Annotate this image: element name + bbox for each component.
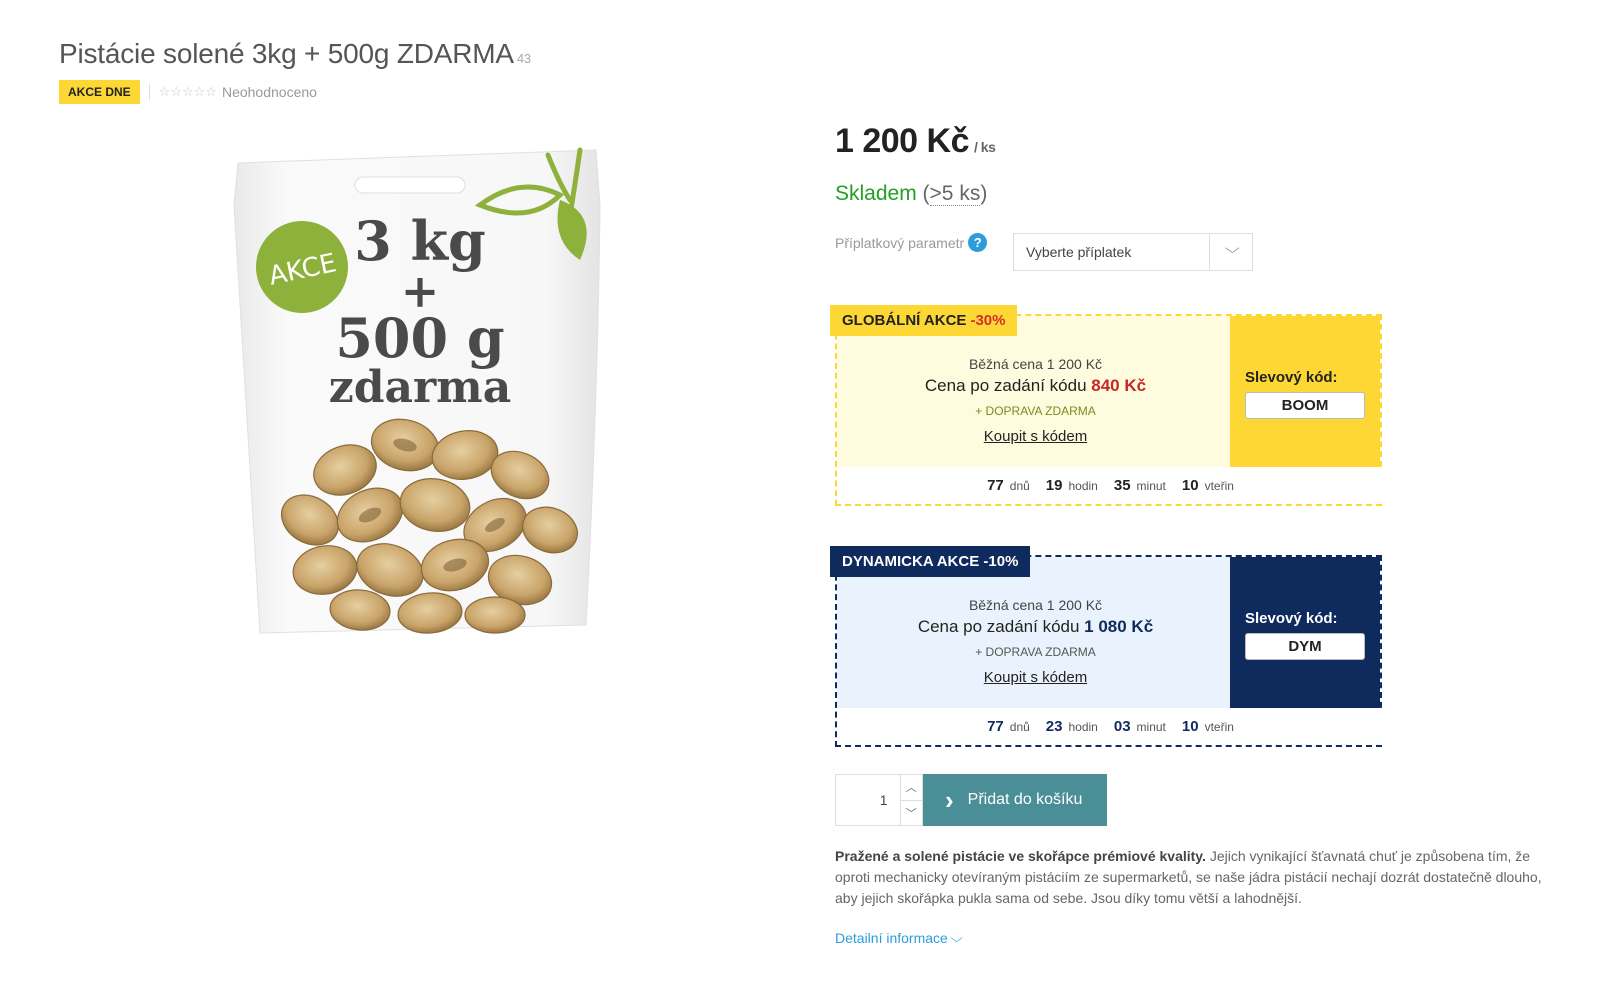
product-price: 1 200 Kč / ks: [835, 122, 996, 161]
surcharge-param: Příplatkový parametr ?: [835, 233, 988, 252]
add-to-cart-label: Přidat do košíku: [967, 791, 1083, 808]
product-code: 43: [516, 51, 531, 66]
chevron-down-icon: ⌵: [950, 930, 963, 945]
global-promo-tag: GLOBÁLNÍ AKCE -30%: [830, 305, 1018, 336]
product-meta: AKCE DNE ☆☆☆☆☆ Neohodnoceno: [59, 80, 317, 104]
pouch-text-3: 500 g: [335, 306, 504, 370]
stock-label: Skladem: [835, 182, 917, 205]
discount-code-label: Slevový kód:: [1245, 369, 1338, 386]
countdown-timer: 77 dnů 19 hodin 35 minut 10 vteřin: [837, 467, 1384, 504]
timer-days: 77 dnů: [987, 718, 1030, 735]
code-price-value: 840 Kč: [1091, 376, 1147, 395]
quantity-input[interactable]: 1: [836, 775, 901, 825]
timer-minutes: 03 minut: [1114, 718, 1166, 735]
buy-with-code-link[interactable]: Koupit s kódem: [984, 669, 1087, 686]
chevron-down-icon[interactable]: ﹀: [901, 801, 922, 826]
product-description: Pražené a solené pistácie ve skořápce pr…: [835, 846, 1565, 909]
timer-seconds: 10 vteřin: [1182, 718, 1234, 735]
discount-code-box[interactable]: DYM: [1245, 633, 1365, 660]
stock-paren-open: (: [922, 182, 930, 205]
discount-code-box[interactable]: BOOM: [1245, 392, 1365, 419]
dynamic-promo: DYNAMICKA AKCE -10% Běžná cena 1 200 Kč …: [830, 546, 1384, 747]
detail-info-label: Detailní informace: [835, 930, 948, 946]
timer-minutes-unit: minut: [1136, 479, 1166, 493]
timer-seconds-unit: vteřin: [1204, 720, 1234, 734]
code-price: Cena po zadání kódu 840 Kč: [925, 376, 1146, 396]
global-promo-percent: -30%: [970, 312, 1006, 329]
timer-hours-value: 19: [1045, 477, 1063, 494]
product-image[interactable]: AKCE 3 kg + 500 g zdarma: [230, 145, 610, 655]
chevron-up-icon[interactable]: ︿: [900, 775, 922, 801]
arrow-right-icon: ›: [945, 785, 954, 815]
quantity-stepper: 1 ︿ ﹀: [835, 774, 923, 826]
help-icon[interactable]: ?: [968, 233, 988, 252]
product-title-text: Pistácie solené 3kg + 500g ZDARMA: [59, 38, 514, 69]
timer-seconds-value: 10: [1181, 477, 1199, 494]
description-lead: Pražené a solené pistácie ve skořápce pr…: [835, 848, 1206, 864]
global-promo-body: Běžná cena 1 200 Kč Cena po zadání kódu …: [837, 316, 1234, 471]
discount-code-label: Slevový kód:: [1245, 610, 1338, 627]
code-price-value: 1 080 Kč: [1084, 617, 1154, 636]
rating-stars-icon[interactable]: ☆☆☆☆☆: [159, 84, 217, 100]
timer-days-unit: dnů: [1009, 720, 1030, 734]
timer-minutes: 35 minut: [1114, 477, 1166, 494]
code-price: Cena po zadání kódu 1 080 Kč: [918, 617, 1153, 637]
global-promo-title: GLOBÁLNÍ AKCE: [842, 312, 967, 329]
regular-price: Běžná cena 1 200 Kč: [968, 356, 1103, 372]
discount-code-panel: Slevový kód: DYM: [1230, 557, 1380, 712]
free-shipping: + DOPRAVA ZDARMA: [975, 404, 1096, 418]
timer-hours-unit: hodin: [1068, 720, 1098, 734]
surcharge-select[interactable]: Vyberte příplatek ⌵: [1013, 233, 1253, 271]
rating-text: Neohodnoceno: [221, 84, 317, 100]
select-divider: [1209, 234, 1210, 270]
pouch-text-4: zdarma: [329, 362, 512, 413]
timer-minutes-value: 03: [1113, 718, 1131, 735]
timer-hours: 19 hodin: [1046, 477, 1098, 494]
timer-minutes-unit: minut: [1136, 720, 1166, 734]
product-title: Pistácie solené 3kg + 500g ZDARMA 43: [59, 38, 531, 70]
dynamic-promo-title: DYNAMICKA AKCE -10%: [842, 553, 1019, 570]
price-unit: / ks: [974, 139, 996, 155]
chevron-down-icon: ⌵: [1225, 240, 1241, 256]
stock-status: Skladem (>5 ks): [835, 182, 987, 206]
countdown-timer: 77 dnů 23 hodin 03 minut 10 vteřin: [837, 708, 1384, 745]
regular-price: Běžná cena 1 200 Kč: [968, 597, 1103, 613]
timer-days-value: 77: [987, 718, 1004, 735]
surcharge-select-value: Vyberte příplatek: [1026, 244, 1132, 260]
add-to-cart-button[interactable]: › Přidat do košíku: [923, 774, 1107, 826]
timer-seconds-value: 10: [1181, 718, 1199, 735]
surcharge-label: Příplatkový parametr: [835, 234, 965, 251]
stock-amount: (>5 ks): [922, 182, 988, 206]
timer-seconds: 10 vteřin: [1182, 477, 1234, 494]
product-pouch-illustration: AKCE 3 kg + 500 g zdarma: [233, 147, 601, 634]
timer-hours-unit: hodin: [1068, 479, 1098, 493]
timer-minutes-value: 35: [1113, 477, 1131, 494]
timer-hours-value: 23: [1045, 718, 1063, 735]
dynamic-promo-tag: DYNAMICKA AKCE -10%: [830, 546, 1031, 577]
timer-days-value: 77: [987, 477, 1004, 494]
discount-code-panel: Slevový kód: BOOM: [1230, 316, 1380, 471]
code-price-label: Cena po zadání kódu: [924, 376, 1087, 395]
meta-divider: [148, 84, 150, 100]
buy-with-code-link[interactable]: Koupit s kódem: [984, 428, 1087, 445]
timer-seconds-unit: vteřin: [1204, 479, 1234, 493]
deal-of-day-badge: AKCE DNE: [59, 80, 140, 104]
detail-info-link[interactable]: Detailní informace ⌵: [835, 930, 963, 946]
timer-hours: 23 hodin: [1046, 718, 1098, 735]
timer-days: 77 dnů: [987, 477, 1030, 494]
code-price-label: Cena po zadání kódu: [917, 617, 1080, 636]
stock-paren-close: ): [980, 182, 988, 205]
quantity-steps: ︿ ﹀: [900, 775, 922, 826]
price-value: 1 200 Kč: [835, 122, 970, 160]
dynamic-promo-body: Běžná cena 1 200 Kč Cena po zadání kódu …: [837, 557, 1234, 712]
free-shipping: + DOPRAVA ZDARMA: [975, 645, 1096, 659]
global-promo: GLOBÁLNÍ AKCE -30% Běžná cena 1 200 Kč Ce…: [830, 305, 1384, 506]
stock-amount-value[interactable]: >5 ks: [929, 182, 981, 206]
timer-days-unit: dnů: [1009, 479, 1030, 493]
